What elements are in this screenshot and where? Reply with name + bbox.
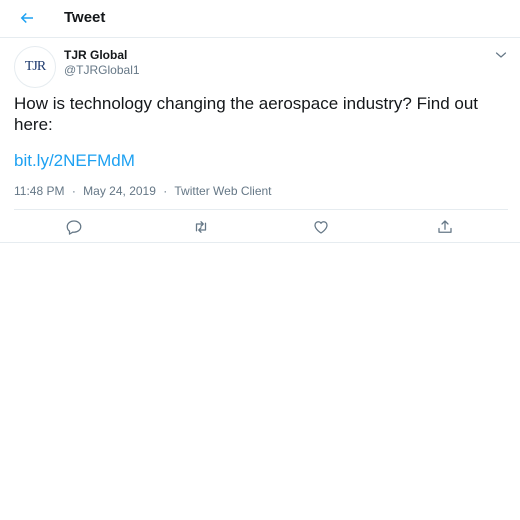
meta-separator: · (71, 184, 76, 198)
tweet-link[interactable]: bit.ly/2NEFMdM (14, 151, 135, 171)
chevron-down-icon (495, 52, 507, 58)
back-button[interactable] (14, 6, 40, 30)
arrow-left-icon (20, 12, 33, 24)
tweet-meta: 11:48 PM · May 24, 2019 · Twitter Web Cl… (14, 184, 272, 198)
header-bar: Tweet (0, 0, 520, 38)
page-title: Tweet (64, 9, 106, 26)
author-handle: @TJRGlobal1 (64, 63, 140, 77)
like-button[interactable] (310, 216, 332, 238)
tweet-time[interactable]: 11:48 PM (14, 184, 64, 198)
divider (14, 209, 508, 210)
meta-separator: · (163, 184, 168, 198)
reply-icon (66, 220, 82, 235)
share-button[interactable] (434, 216, 456, 238)
share-icon (438, 220, 452, 233)
reply-button[interactable] (63, 216, 85, 238)
tweet-text: How is technology changing the aerospace… (14, 94, 479, 134)
tweet-date[interactable]: May 24, 2019 (83, 184, 156, 198)
author-display-name[interactable]: TJR Global (64, 48, 127, 62)
retweet-button[interactable] (190, 216, 212, 238)
tweet-actions (0, 216, 520, 238)
tweet-menu-button[interactable] (494, 48, 508, 62)
retweet-icon (195, 221, 207, 233)
avatar[interactable]: TJR (14, 46, 56, 88)
divider (0, 242, 520, 243)
heart-icon (314, 221, 328, 234)
tweet-client[interactable]: Twitter Web Client (174, 184, 271, 198)
